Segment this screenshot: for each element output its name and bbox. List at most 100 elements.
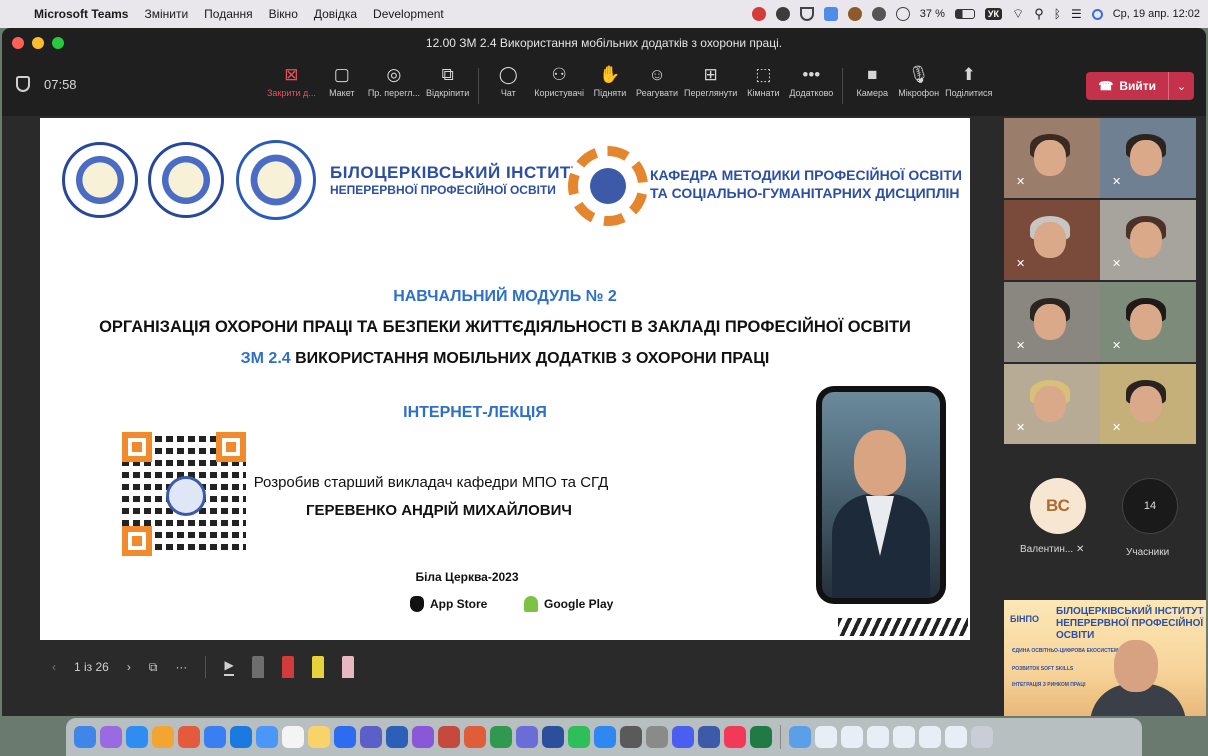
clock-datetime[interactable]: Ср, 19 апр. 12:02 xyxy=(1113,8,1200,20)
shared-slide[interactable]: БІЛОЦЕРКІВСЬКИЙ ІНСТИТУТ НЕПЕРЕРВНОЇ ПРО… xyxy=(40,118,970,640)
messenger-icon[interactable] xyxy=(230,726,252,748)
zoom-window-button[interactable] xyxy=(52,37,64,49)
app-icon[interactable] xyxy=(542,726,564,748)
previous-slide-icon[interactable]: ‹ xyxy=(52,660,56,674)
raise-hand-button[interactable]: ✋ Підняти xyxy=(587,62,633,98)
menu-edit[interactable]: Змінити xyxy=(144,7,188,21)
launchpad-icon[interactable] xyxy=(100,726,122,748)
popout-button[interactable]: ⧉ Відкріпити xyxy=(423,62,472,98)
pen-red-icon[interactable] xyxy=(281,656,294,678)
app-icon[interactable] xyxy=(464,726,486,748)
spotlight-search-icon[interactable]: ⚲ xyxy=(1034,6,1044,22)
whatsapp-icon[interactable] xyxy=(568,726,590,748)
app-icon[interactable] xyxy=(516,726,538,748)
minimized-window-icon[interactable] xyxy=(945,726,967,748)
powerpoint-icon[interactable] xyxy=(438,726,460,748)
chrome-icon[interactable] xyxy=(152,726,174,748)
participants-count-button[interactable]: 14 xyxy=(1122,478,1178,534)
participant-video[interactable]: ✕ xyxy=(1100,118,1196,198)
battery-icon[interactable] xyxy=(954,9,975,19)
minimized-window-icon[interactable] xyxy=(841,726,863,748)
people-button[interactable]: ⚇ Користувачі xyxy=(531,62,587,98)
slide-grid-icon[interactable]: ⧉ xyxy=(149,660,158,675)
rooms-button[interactable]: ⬚ Кімнати xyxy=(740,62,786,98)
word-icon[interactable] xyxy=(386,726,408,748)
music-icon[interactable] xyxy=(724,726,746,748)
self-view-title-line1: БІЛОЦЕРКІВСЬКИЙ ІНСТИТУТ xyxy=(1056,606,1204,617)
zoom-icon[interactable] xyxy=(334,726,356,748)
safari-icon[interactable] xyxy=(126,726,148,748)
play-icon[interactable] xyxy=(895,7,910,21)
calendar-icon[interactable] xyxy=(282,726,304,748)
leave-options-dropdown[interactable]: ⌄ xyxy=(1168,72,1194,100)
siri-icon[interactable] xyxy=(1091,8,1103,20)
react-button[interactable]: ☺ Реагувати xyxy=(633,62,681,98)
minimized-window-icon[interactable] xyxy=(893,726,915,748)
layout-button[interactable]: ▢ Макет xyxy=(319,62,365,98)
status-app-icon[interactable] xyxy=(751,7,766,21)
institute-name: БІЛОЦЕРКІВСЬКИЙ ІНСТИТУТ НЕПЕРЕРВНОЇ ПРО… xyxy=(330,162,593,198)
app-icon[interactable] xyxy=(698,726,720,748)
participant-video[interactable]: ✕ xyxy=(1100,282,1196,362)
viber-icon[interactable] xyxy=(412,726,434,748)
stop-sharing-button[interactable]: ⊠ Закрити д... xyxy=(264,62,319,98)
view-button[interactable]: ⊞ Переглянути xyxy=(681,62,740,98)
keyboard-layout-badge[interactable]: УК xyxy=(984,8,1002,20)
presenter-view-button[interactable]: ◎ Пр. перегл... xyxy=(365,62,423,98)
shield-icon[interactable] xyxy=(16,76,30,92)
laser-pointer-icon[interactable]: ▶ xyxy=(224,658,234,676)
pen-gray-icon[interactable] xyxy=(251,656,264,678)
status-app-icon[interactable] xyxy=(871,7,886,21)
app-store-icon[interactable] xyxy=(594,726,616,748)
participant-video[interactable]: ✕ xyxy=(1100,364,1196,444)
trash-icon[interactable] xyxy=(971,726,993,748)
finder-icon[interactable] xyxy=(74,726,96,748)
status-app-icon[interactable] xyxy=(847,7,862,21)
more-button[interactable]: ••• Додатково xyxy=(786,62,836,98)
participant-video[interactable]: ✕ xyxy=(1004,200,1100,280)
menu-app-name[interactable]: Microsoft Teams xyxy=(34,7,128,21)
leave-button[interactable]: ☎ Вийти xyxy=(1086,72,1168,100)
telegram-icon[interactable] xyxy=(256,726,278,748)
self-view-video[interactable]: БІНПО БІЛОЦЕРКІВСЬКИЙ ІНСТИТУТ НЕПЕРЕРВН… xyxy=(1004,600,1206,716)
menu-help[interactable]: Довідка xyxy=(314,7,357,21)
close-window-button[interactable] xyxy=(12,37,24,49)
excel-icon[interactable] xyxy=(750,726,772,748)
minimized-window-icon[interactable] xyxy=(815,726,837,748)
highlighter-icon[interactable] xyxy=(311,656,324,678)
participant-avatar[interactable]: ВС xyxy=(1030,478,1086,534)
next-slide-icon[interactable]: › xyxy=(127,660,131,674)
minimized-window-icon[interactable] xyxy=(919,726,941,748)
chat-button[interactable]: ◯ Чат xyxy=(485,62,531,98)
status-app-icon[interactable] xyxy=(823,7,838,21)
minimized-window-icon[interactable] xyxy=(867,726,889,748)
bluetooth-icon[interactable]: ᛒ xyxy=(1054,7,1061,21)
participant-video[interactable]: ✕ xyxy=(1100,200,1196,280)
eraser-icon[interactable] xyxy=(341,656,354,678)
participant-video[interactable]: ✕ xyxy=(1004,282,1100,362)
teams-icon[interactable] xyxy=(360,726,382,748)
menu-window[interactable]: Вікно xyxy=(269,7,298,21)
camera-button[interactable]: ■ Камера xyxy=(849,62,895,98)
menu-view[interactable]: Подання xyxy=(204,7,252,21)
more-options-icon[interactable]: ··· xyxy=(175,660,187,674)
participant-video[interactable]: ✕ xyxy=(1004,118,1100,198)
app-icon[interactable] xyxy=(490,726,512,748)
mail-icon[interactable] xyxy=(204,726,226,748)
control-center-icon[interactable]: ☰ xyxy=(1071,7,1082,21)
settings-icon[interactable] xyxy=(646,726,668,748)
status-app-icon[interactable] xyxy=(775,7,790,21)
menu-development[interactable]: Development xyxy=(373,7,444,21)
minimize-window-button[interactable] xyxy=(32,37,44,49)
wifi-icon[interactable]: ⌔ xyxy=(1012,6,1024,22)
binpo-badge: БІНПО xyxy=(1010,614,1039,624)
notes-icon[interactable] xyxy=(308,726,330,748)
photos-icon[interactable] xyxy=(178,726,200,748)
share-button[interactable]: ⬆ Поділитися xyxy=(942,62,995,98)
participant-video[interactable]: ✕ xyxy=(1004,364,1100,444)
shield-icon[interactable] xyxy=(799,7,814,21)
app-icon[interactable] xyxy=(672,726,694,748)
downloads-icon[interactable] xyxy=(789,726,811,748)
microphone-button[interactable]: 🎙 Мікрофон xyxy=(895,62,942,98)
calculator-icon[interactable] xyxy=(620,726,642,748)
